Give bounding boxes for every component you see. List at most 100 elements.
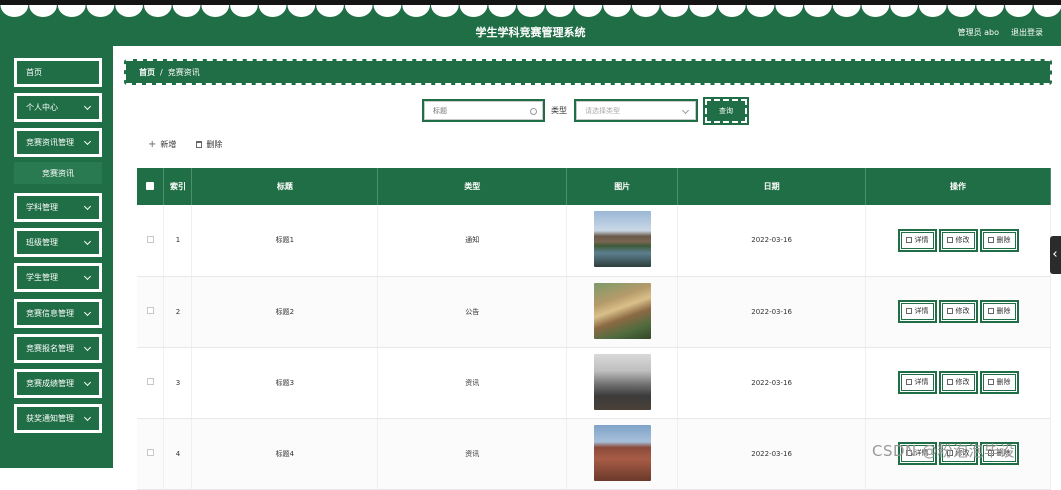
row-checkbox[interactable] bbox=[146, 378, 154, 385]
sidebar-item[interactable]: 学生管理 bbox=[14, 263, 102, 292]
trash-icon bbox=[987, 379, 994, 385]
edit-button[interactable]: 修改 bbox=[938, 371, 978, 394]
delete-button[interactable]: 删除 bbox=[979, 228, 1019, 252]
document-icon bbox=[905, 379, 912, 385]
row-image-cell bbox=[566, 418, 679, 490]
row-type: 公告 bbox=[377, 276, 568, 348]
table-row: 3 标题3 资讯 2022-03-16 详情 修改 删除 bbox=[137, 347, 1051, 419]
plus-icon: + bbox=[148, 139, 157, 150]
row-ops: 详情 修改 删除 bbox=[865, 205, 1051, 277]
sidebar-item-label: 竞赛资讯管理 bbox=[26, 138, 74, 147]
row-title: 标题3 bbox=[191, 347, 379, 419]
query-button[interactable]: 查询 bbox=[703, 97, 749, 125]
row-type: 资讯 bbox=[377, 418, 568, 490]
search-icon bbox=[530, 108, 537, 115]
chevron-down-icon bbox=[83, 272, 92, 281]
title-search-box bbox=[422, 99, 545, 122]
sidebar-item[interactable]: 获奖通知管理 bbox=[14, 404, 102, 433]
row-index: 2 bbox=[163, 276, 193, 348]
delete-button[interactable]: 删除 bbox=[979, 300, 1019, 323]
edit-button[interactable]: 修改 bbox=[938, 300, 978, 323]
detail-button[interactable]: 详情 bbox=[897, 228, 937, 252]
breadcrumb-current: 竞赛资讯 bbox=[167, 67, 200, 77]
campus-aerial-photo-icon bbox=[593, 282, 651, 339]
row-type: 资讯 bbox=[377, 347, 568, 419]
row-checkbox[interactable] bbox=[146, 307, 154, 314]
delete-button[interactable]: 删除 bbox=[979, 371, 1019, 394]
sidebar-item[interactable]: 竞赛信息管理 bbox=[14, 299, 102, 328]
pencil-icon bbox=[946, 236, 953, 243]
sidebar-item-label: 首页 bbox=[26, 68, 42, 77]
breadcrumb: 首页 / 竞赛资讯 bbox=[124, 59, 1052, 85]
row-checkbox[interactable] bbox=[146, 235, 154, 243]
user-area: 管理员 abo 退出登录 bbox=[958, 27, 1043, 38]
table-row: 1 标题1 通知 2022-03-16 详情 修改 删除 bbox=[137, 205, 1051, 277]
batch-delete-label: 删除 bbox=[206, 140, 223, 149]
header-date: 日期 bbox=[677, 168, 867, 205]
row-type: 通知 bbox=[377, 205, 568, 277]
row-date: 2022-03-16 bbox=[677, 276, 867, 348]
edit-label: 修改 bbox=[955, 307, 970, 315]
row-select-cell[interactable] bbox=[137, 347, 165, 419]
trash-icon bbox=[987, 308, 994, 314]
row-ops: 详情 修改 删除 bbox=[865, 276, 1051, 348]
logout-link[interactable]: 退出登录 bbox=[1011, 27, 1043, 38]
row-select-cell[interactable] bbox=[137, 205, 165, 277]
detail-button[interactable]: 详情 bbox=[897, 371, 937, 394]
document-icon bbox=[905, 308, 912, 314]
chevron-down-icon bbox=[83, 378, 92, 387]
row-checkbox[interactable] bbox=[146, 449, 154, 456]
row-ops: 详情 修改 删除 bbox=[865, 347, 1051, 419]
sidebar-item-label: 竞赛信息管理 bbox=[26, 309, 74, 318]
edit-label: 修改 bbox=[955, 378, 970, 386]
row-index: 1 bbox=[163, 205, 193, 277]
sidebar-item[interactable]: 竞赛报名管理 bbox=[14, 334, 102, 363]
type-label: 类型 bbox=[551, 106, 567, 115]
user-name: 管理员 abo bbox=[957, 28, 999, 37]
side-collapse-handle[interactable] bbox=[1050, 236, 1061, 274]
sidebar-item[interactable]: 竞赛成绩管理 bbox=[14, 369, 102, 398]
pencil-icon bbox=[946, 308, 953, 314]
detail-label: 详情 bbox=[914, 307, 929, 315]
app-title: 学生学科竞赛管理系统 bbox=[475, 26, 586, 39]
header-image: 图片 bbox=[566, 168, 679, 205]
sidebar-item[interactable]: 班级管理 bbox=[14, 228, 102, 257]
row-select-cell[interactable] bbox=[137, 418, 165, 490]
sidebar-item-label: 班级管理 bbox=[26, 238, 58, 247]
trash-icon bbox=[987, 236, 994, 243]
chevron-down-icon bbox=[83, 343, 92, 352]
row-title: 标题1 bbox=[191, 205, 379, 277]
detail-label: 详情 bbox=[914, 378, 929, 386]
batch-delete-button[interactable]: 删除 bbox=[196, 139, 222, 150]
breadcrumb-separator: / bbox=[160, 67, 163, 77]
row-index: 4 bbox=[163, 418, 193, 490]
type-select[interactable]: 请选择类型 bbox=[574, 99, 698, 122]
add-button[interactable]: + 新增 bbox=[148, 139, 176, 150]
row-image-cell bbox=[566, 347, 679, 419]
sidebar-subitem-news[interactable]: 竞赛资讯 bbox=[14, 162, 102, 184]
watermark: CSDN @粉泡泡毕设 bbox=[872, 442, 1016, 460]
select-all-checkbox[interactable] bbox=[146, 181, 155, 190]
chevron-down-icon bbox=[83, 308, 92, 317]
sidebar-item[interactable]: 竞赛资讯管理 bbox=[14, 128, 102, 157]
table-header-row: 索引 标题 类型 图片 日期 操作 bbox=[137, 168, 1051, 205]
type-select-placeholder: 请选择类型 bbox=[576, 101, 696, 120]
sidebar-item[interactable]: 首页 bbox=[14, 58, 102, 87]
row-title: 标题2 bbox=[191, 276, 379, 348]
clock-tower-photo-icon bbox=[593, 424, 651, 481]
delete-label: 删除 bbox=[996, 307, 1011, 315]
delete-label: 删除 bbox=[996, 235, 1011, 244]
row-select-cell[interactable] bbox=[137, 276, 165, 348]
chevron-down-icon bbox=[83, 137, 92, 146]
edit-button[interactable]: 修改 bbox=[938, 228, 978, 252]
delete-label: 删除 bbox=[996, 378, 1011, 386]
header-select-all[interactable] bbox=[137, 168, 165, 205]
detail-button[interactable]: 详情 bbox=[897, 300, 937, 323]
sidebar-item-label: 竞赛报名管理 bbox=[26, 344, 74, 353]
title-search-input[interactable] bbox=[424, 101, 543, 120]
chevron-down-icon bbox=[83, 202, 92, 211]
breadcrumb-home[interactable]: 首页 bbox=[139, 67, 155, 78]
row-image-cell bbox=[566, 205, 679, 277]
header-title: 标题 bbox=[191, 168, 379, 205]
sidebar-item[interactable]: 学科管理 bbox=[14, 193, 102, 222]
